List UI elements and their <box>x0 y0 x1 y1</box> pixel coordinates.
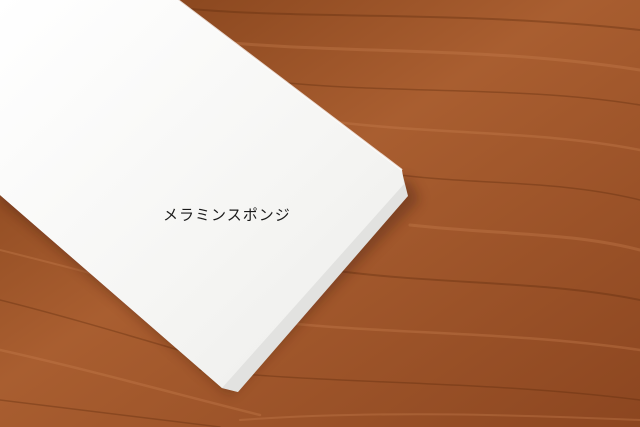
photo-scene: メラミンスポンジ <box>0 0 640 427</box>
caption-text: メラミンスポンジ <box>163 206 291 224</box>
wooden-table-with-sponge <box>0 0 640 427</box>
